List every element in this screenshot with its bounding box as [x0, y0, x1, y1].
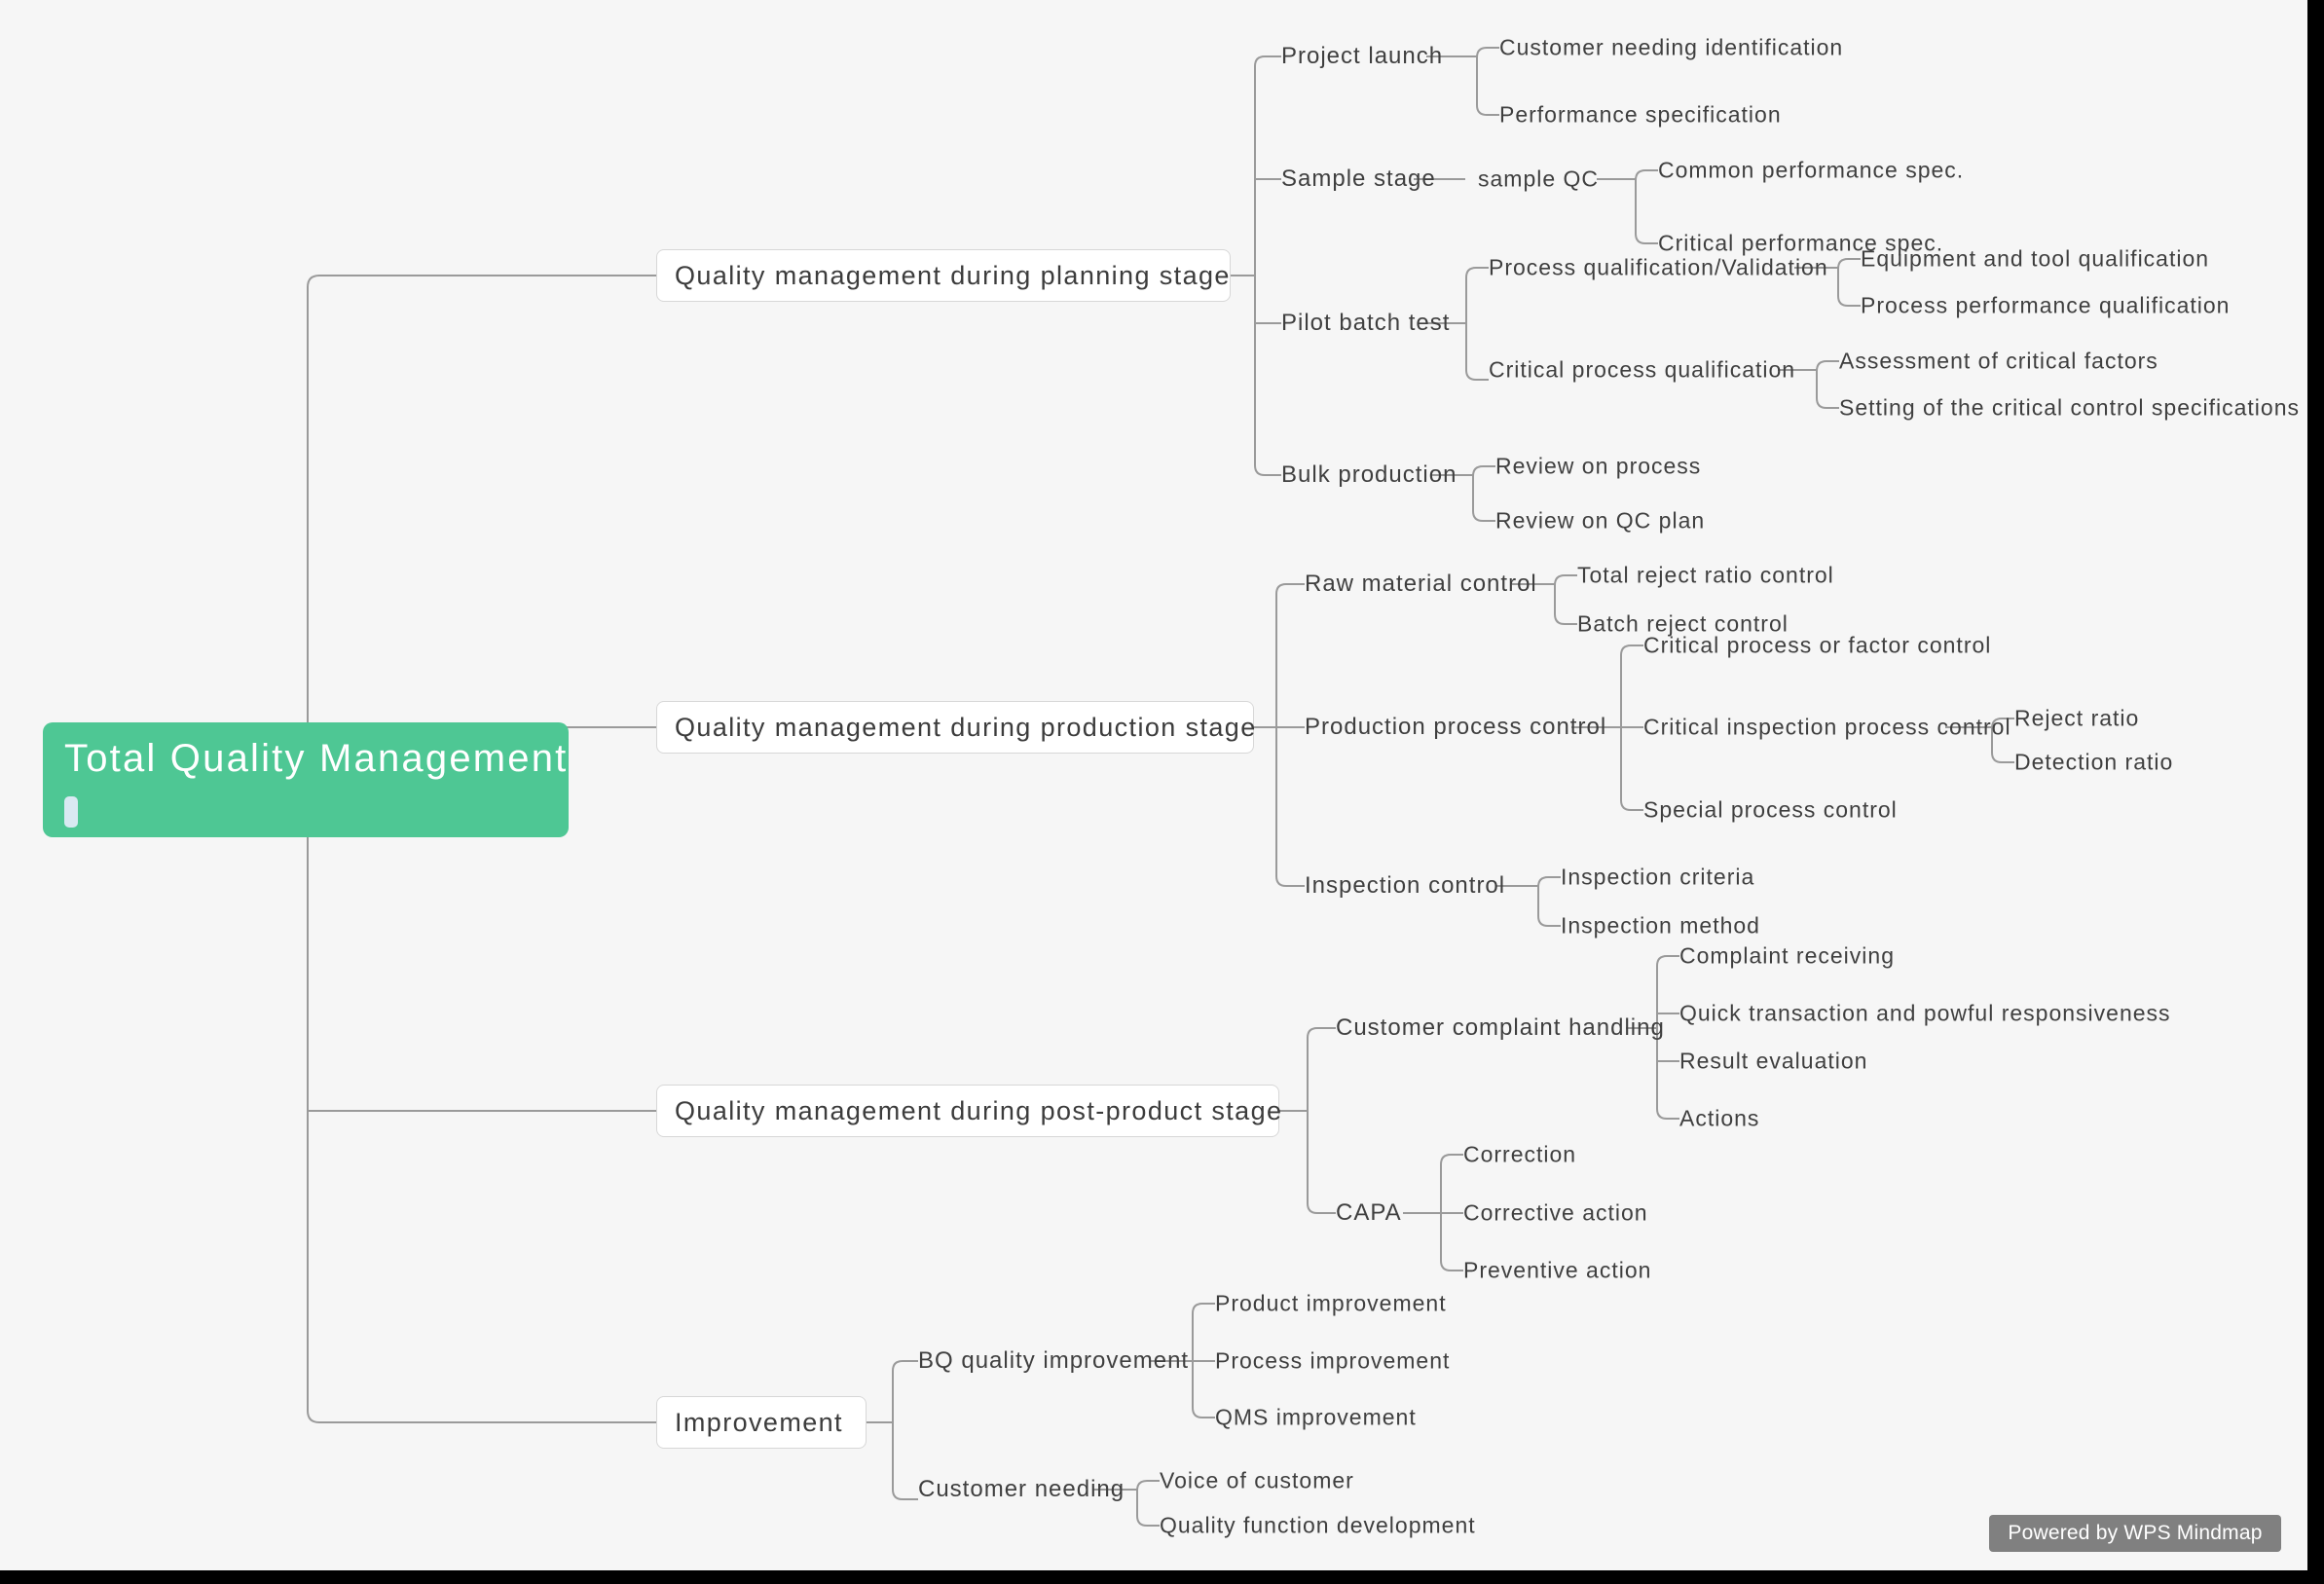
- window-chrome-right: [2307, 0, 2324, 1584]
- branch-production-stage-label: Quality management during production sta…: [675, 712, 1257, 742]
- root-node[interactable]: Total Quality Management: [43, 722, 569, 837]
- node-equipment-and-tool-qualification[interactable]: Equipment and tool qualification: [1861, 246, 2209, 273]
- node-result-evaluation[interactable]: Result evaluation: [1679, 1049, 1867, 1075]
- node-raw-material-control[interactable]: Raw material control: [1305, 571, 1537, 598]
- wps-mindmap-watermark-label: Powered by WPS Mindmap: [2008, 1522, 2263, 1544]
- node-project-launch[interactable]: Project launch: [1281, 43, 1443, 70]
- node-inspection-criteria[interactable]: Inspection criteria: [1561, 865, 1754, 891]
- branch-improvement-label: Improvement: [675, 1407, 843, 1437]
- node-quick-transaction-and-powful-responsiveness[interactable]: Quick transaction and powful responsiven…: [1679, 1001, 2171, 1027]
- node-sample-stage[interactable]: Sample stage: [1281, 166, 1436, 193]
- node-inspection-control[interactable]: Inspection control: [1305, 872, 1505, 900]
- branch-planning-stage[interactable]: Quality management during planning stage: [656, 249, 1231, 302]
- node-sample-qc[interactable]: sample QC: [1478, 166, 1599, 193]
- node-complaint-receiving[interactable]: Complaint receiving: [1679, 943, 1895, 970]
- node-pilot-batch-test[interactable]: Pilot batch test: [1281, 310, 1450, 337]
- node-process-qualification-validation[interactable]: Process qualification/Validation: [1489, 255, 1828, 281]
- node-customer-needing[interactable]: Customer needing: [918, 1476, 1125, 1503]
- node-corrective-action[interactable]: Corrective action: [1463, 1200, 1648, 1227]
- node-bq-quality-improvement[interactable]: BQ quality improvement: [918, 1347, 1189, 1375]
- node-capa[interactable]: CAPA: [1336, 1199, 1402, 1227]
- root-node-label: Total Quality Management: [64, 737, 569, 780]
- node-performance-specification[interactable]: Performance specification: [1499, 102, 1782, 129]
- node-review-on-qc-plan[interactable]: Review on QC plan: [1495, 508, 1705, 534]
- node-critical-process-or-factor-control[interactable]: Critical process or factor control: [1643, 633, 1991, 659]
- node-special-process-control[interactable]: Special process control: [1643, 797, 1898, 824]
- node-inspection-method[interactable]: Inspection method: [1561, 913, 1760, 939]
- node-quality-function-development[interactable]: Quality function development: [1160, 1513, 1476, 1539]
- node-qms-improvement[interactable]: QMS improvement: [1215, 1405, 1417, 1431]
- node-actions[interactable]: Actions: [1679, 1106, 1759, 1132]
- branch-post-product-stage[interactable]: Quality management during post-product s…: [656, 1085, 1283, 1137]
- node-review-on-process[interactable]: Review on process: [1495, 454, 1701, 480]
- node-bulk-production[interactable]: Bulk production: [1281, 461, 1457, 489]
- branch-production-stage[interactable]: Quality management during production sta…: [656, 701, 1257, 754]
- node-setting-of-critical-control-specifications[interactable]: Setting of the critical control specific…: [1839, 395, 2300, 422]
- node-production-process-control[interactable]: Production process control: [1305, 714, 1606, 741]
- branch-planning-stage-label: Quality management during planning stage: [675, 260, 1231, 290]
- node-customer-needing-identification[interactable]: Customer needing identification: [1499, 35, 1843, 61]
- wps-mindmap-watermark: Powered by WPS Mindmap: [1989, 1515, 2281, 1552]
- node-detection-ratio[interactable]: Detection ratio: [2014, 750, 2173, 776]
- branch-post-product-stage-label: Quality management during post-product s…: [675, 1095, 1283, 1125]
- node-common-performance-spec[interactable]: Common performance spec.: [1658, 158, 1964, 184]
- node-critical-process-qualification[interactable]: Critical process qualification: [1489, 357, 1795, 384]
- node-assessment-of-critical-factors[interactable]: Assessment of critical factors: [1839, 349, 2158, 375]
- node-correction[interactable]: Correction: [1463, 1142, 1576, 1168]
- node-voice-of-customer[interactable]: Voice of customer: [1160, 1468, 1354, 1494]
- mindmap-canvas: Total Quality Management Quality managem…: [0, 0, 2324, 1584]
- root-node-caret: [64, 796, 78, 828]
- node-critical-inspection-process-control[interactable]: Critical inspection process control: [1643, 715, 2011, 741]
- window-chrome-bottom: [0, 1570, 2324, 1584]
- node-reject-ratio[interactable]: Reject ratio: [2014, 706, 2139, 732]
- node-customer-complaint-handling[interactable]: Customer complaint handling: [1336, 1014, 1665, 1042]
- node-total-reject-ratio-control[interactable]: Total reject ratio control: [1577, 563, 1834, 589]
- node-process-improvement[interactable]: Process improvement: [1215, 1348, 1450, 1375]
- node-product-improvement[interactable]: Product improvement: [1215, 1291, 1447, 1317]
- node-process-performance-qualification[interactable]: Process performance qualification: [1861, 293, 2230, 319]
- branch-improvement[interactable]: Improvement: [656, 1396, 867, 1449]
- node-preventive-action[interactable]: Preventive action: [1463, 1258, 1651, 1284]
